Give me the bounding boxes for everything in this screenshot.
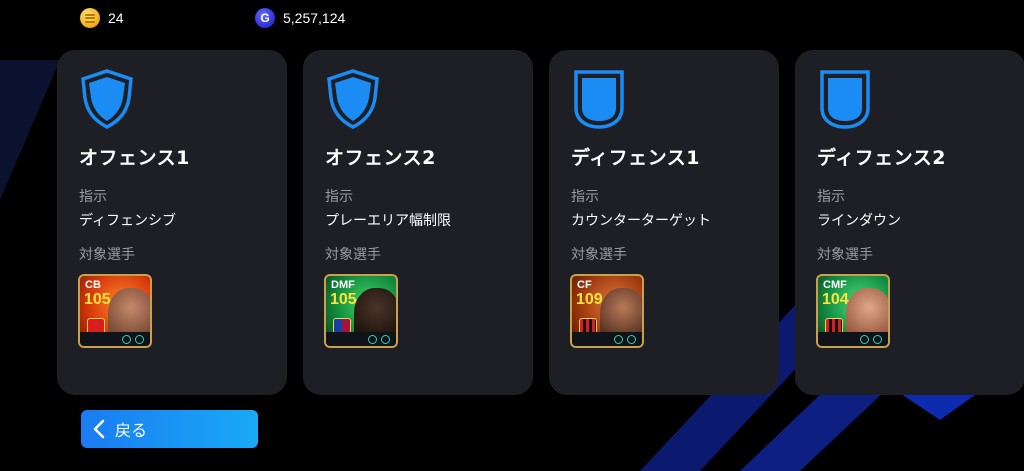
shield-pointed-icon — [81, 69, 133, 129]
player-position: CB — [85, 279, 101, 291]
instruction-label: 指示 — [817, 189, 845, 205]
shield-flat-icon — [820, 70, 870, 129]
skill-indicators — [80, 332, 150, 346]
target-player-label: 対象選手 — [571, 247, 627, 263]
tactic-card-offense-2[interactable]: オフェンス2 指示 プレーエリア幅制限 対象選手 DMF 105 — [303, 50, 533, 395]
coin-amount: 24 — [108, 10, 124, 26]
back-button-label: 戻る — [115, 421, 148, 440]
player-position: DMF — [331, 279, 355, 291]
instruction-label: 指示 — [325, 189, 353, 205]
player-rating: 109 — [576, 291, 603, 308]
skill-indicators — [818, 332, 888, 346]
gp-balance: G 5,257,124 — [255, 8, 345, 28]
player-rating: 104 — [822, 291, 849, 308]
coin-balance: 24 — [80, 8, 124, 28]
tactic-card-defense-2[interactable]: ディフェンス2 指示 ラインダウン 対象選手 CMF 104 — [795, 50, 1024, 395]
tactic-card-defense-1[interactable]: ディフェンス1 指示 カウンターターゲット 対象選手 CF 109 — [549, 50, 779, 395]
skill-indicators — [326, 332, 396, 346]
coin-icon — [80, 8, 100, 28]
player-position: CMF — [823, 279, 847, 291]
instruction-label: 指示 — [571, 189, 599, 205]
instruction-value: プレーエリア幅制限 — [325, 213, 451, 229]
player-rating: 105 — [330, 291, 357, 308]
back-button[interactable]: 戻る — [81, 410, 258, 448]
card-title: オフェンス1 — [79, 147, 190, 169]
instruction-label: 指示 — [79, 189, 107, 205]
shield-flat-icon — [574, 70, 624, 129]
tactic-card-offense-1[interactable]: オフェンス1 指示 ディフェンシブ 対象選手 CB 105 — [57, 50, 287, 395]
card-title: オフェンス2 — [325, 147, 436, 169]
chevron-left-icon — [93, 419, 105, 439]
card-title: ディフェンス1 — [571, 147, 701, 169]
player-card[interactable]: CMF 104 — [816, 274, 890, 348]
player-card[interactable]: DMF 105 — [324, 274, 398, 348]
player-card[interactable]: CF 109 — [570, 274, 644, 348]
card-title: ディフェンス2 — [817, 147, 947, 169]
skill-indicators — [572, 332, 642, 346]
player-rating: 105 — [84, 291, 111, 308]
player-card[interactable]: CB 105 — [78, 274, 152, 348]
instruction-value: ラインダウン — [817, 213, 901, 229]
instruction-value: カウンターターゲット — [571, 213, 711, 229]
shield-pointed-icon — [327, 69, 379, 129]
player-position: CF — [577, 279, 592, 291]
gp-amount: 5,257,124 — [283, 10, 346, 26]
target-player-label: 対象選手 — [817, 247, 873, 263]
instruction-value: ディフェンシブ — [79, 213, 177, 229]
gp-icon: G — [255, 8, 275, 28]
target-player-label: 対象選手 — [325, 247, 381, 263]
target-player-label: 対象選手 — [79, 247, 135, 263]
